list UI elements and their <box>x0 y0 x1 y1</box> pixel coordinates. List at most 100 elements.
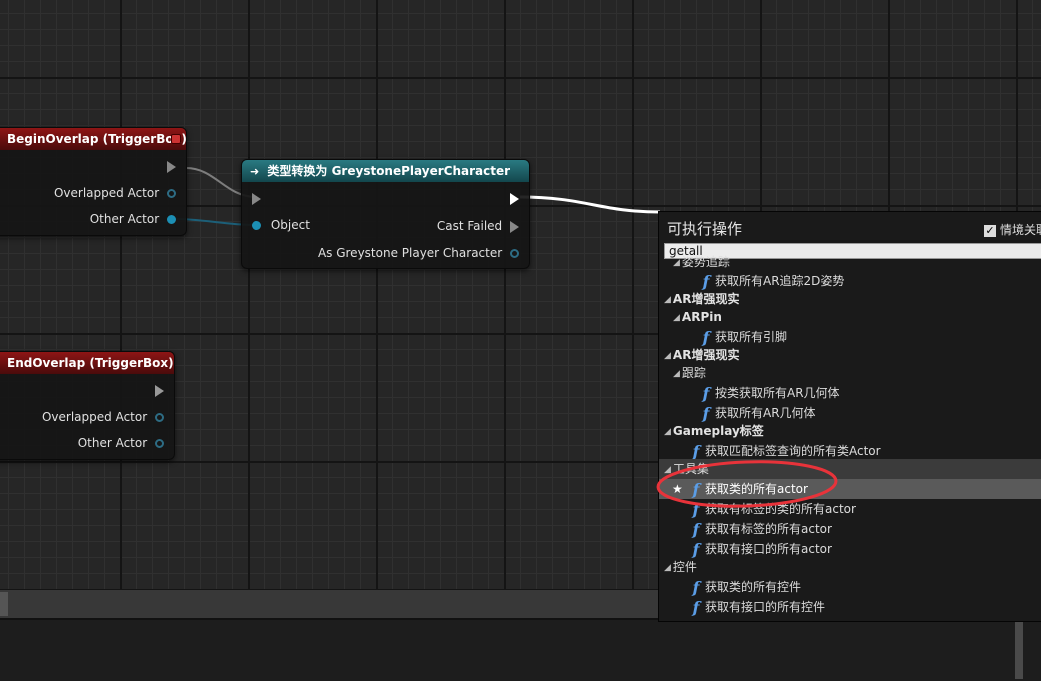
collapse-triangle-icon: ◢ <box>673 257 680 268</box>
category-label: AR增强现实 <box>672 348 740 362</box>
action-item-selected[interactable]: ★ f 获取类的所有actor <box>659 479 1041 499</box>
exec-output-pin[interactable] <box>155 383 164 397</box>
action-label: 获取有标签的类的所有actor <box>705 502 856 516</box>
action-item[interactable]: f 获取所有引脚 <box>659 327 1041 347</box>
category-gameplay-tags[interactable]: ◢ Gameplay标签 <box>659 421 1041 441</box>
pin-label: Cast Failed <box>436 219 503 233</box>
category-label: Gameplay标签 <box>672 424 764 438</box>
pin-label: Overlapped Actor <box>53 186 160 200</box>
pin-label: Object <box>270 218 310 232</box>
object-pin-icon <box>155 439 164 448</box>
collapse-triangle-icon: ◢ <box>673 312 680 323</box>
overlapped-actor-pin[interactable]: Overlapped Actor <box>54 186 176 200</box>
actions-context-menu[interactable]: 可执行操作 ✓情境关联 ◢姿势追踪 f获取所有AR追踪2D姿势 ◢AR增强现实 … <box>658 211 1041 622</box>
action-label: 按类获取所有AR几何体 <box>715 386 840 400</box>
category-tracking[interactable]: ◢ 跟踪 <box>659 363 1041 383</box>
pin-label: Other Actor <box>89 212 160 226</box>
collapse-triangle-icon: ◢ <box>673 368 680 379</box>
function-icon: f <box>692 519 700 539</box>
category-label: 跟踪 <box>681 366 706 380</box>
object-input-pin[interactable]: Object <box>252 218 310 232</box>
action-item[interactable]: f 按类获取所有AR几何体 <box>659 383 1041 403</box>
cast-icon: ➜ <box>250 165 260 178</box>
other-actor-pin[interactable]: Other Actor <box>78 436 164 450</box>
other-actor-pin[interactable]: Other Actor <box>90 212 176 226</box>
exec-arrow-icon <box>510 220 519 233</box>
object-pin-icon <box>167 189 176 198</box>
action-item[interactable]: f 获取类的所有控件 <box>659 577 1041 597</box>
event-node-begin-overlap[interactable]: BeginOverlap (TriggerBox) Overlapped Act… <box>0 127 187 236</box>
function-icon: f <box>692 479 700 499</box>
function-icon: f <box>692 597 700 617</box>
category-utilities[interactable]: ◢ 工具集 <box>659 459 1041 479</box>
cast-node[interactable]: ➜ 类型转换为 GreystonePlayerCharacter Object … <box>241 159 530 269</box>
collapse-triangle-icon: ◢ <box>664 426 671 437</box>
scrollbar-thumb[interactable] <box>0 592 8 616</box>
category-label: AR增强现实 <box>672 292 740 306</box>
action-label: 获取所有引脚 <box>715 330 788 344</box>
action-item[interactable]: f 获取所有AR几何体 <box>659 403 1041 423</box>
as-character-pin[interactable]: As Greystone Player Character <box>318 246 519 260</box>
node-title: BeginOverlap (TriggerBox) <box>7 132 186 146</box>
context-sensitive-toggle[interactable]: ✓ 情境关联 <box>984 221 1041 238</box>
exec-wire-cast-to-menu[interactable] <box>519 195 661 214</box>
action-label: 获取有接口的所有控件 <box>705 600 826 614</box>
category-arpin[interactable]: ◢ ARPin <box>659 307 1041 327</box>
function-icon: f <box>692 499 700 519</box>
node-header[interactable]: ➜ 类型转换为 GreystonePlayerCharacter <box>242 160 529 182</box>
object-pin-icon <box>167 215 176 224</box>
category-pose-tracking[interactable]: ◢ 姿势追踪 <box>659 252 1041 272</box>
pin-label: As Greystone Player Character <box>317 246 503 260</box>
exec-arrow-icon <box>167 160 176 173</box>
action-label: 获取匹配标签查询的所有类Actor <box>705 444 881 458</box>
collapse-triangle-icon: ◢ <box>664 464 671 475</box>
overlapped-actor-pin[interactable]: Overlapped Actor <box>42 410 164 424</box>
action-item[interactable]: f 获取所有AR追踪2D姿势 <box>659 271 1041 291</box>
action-item[interactable]: f 获取有接口的所有actor <box>659 539 1041 559</box>
menu-title: 可执行操作 <box>667 220 743 238</box>
exec-arrow-icon <box>252 192 261 205</box>
action-label: 获取有接口的所有actor <box>705 542 832 556</box>
action-label: 获取所有AR几何体 <box>715 406 816 420</box>
favorite-star-icon[interactable]: ★ <box>672 479 683 499</box>
vertical-scrollbar[interactable] <box>1015 620 1023 679</box>
category-ar[interactable]: ◢ AR增强现实 <box>659 289 1041 309</box>
exec-output-pin[interactable] <box>510 191 519 205</box>
action-item[interactable]: f 获取有标签的所有actor <box>659 519 1041 539</box>
function-icon: f <box>702 383 710 403</box>
object-pin-icon <box>510 249 519 258</box>
object-pin-icon <box>155 413 164 422</box>
node-title: 类型转换为 GreystonePlayerCharacter <box>267 164 511 178</box>
category-label: 姿势追踪 <box>681 255 730 269</box>
cast-failed-pin[interactable]: Cast Failed <box>437 219 519 233</box>
object-pin-icon <box>252 221 261 230</box>
collapse-triangle-icon: ◢ <box>664 562 671 573</box>
action-item[interactable]: f 获取匹配标签查询的所有类Actor <box>659 441 1041 461</box>
node-title: EndOverlap (TriggerBox) <box>7 356 174 370</box>
category-widgets[interactable]: ◢ 控件 <box>659 557 1041 577</box>
action-item[interactable]: f 获取有标签的类的所有actor <box>659 499 1041 519</box>
action-label: 获取所有AR追踪2D姿势 <box>715 274 845 288</box>
event-node-end-overlap[interactable]: EndOverlap (TriggerBox) Overlapped Actor… <box>0 351 175 460</box>
bottom-panel <box>0 618 1041 681</box>
action-label: 获取类的所有控件 <box>705 580 802 594</box>
category-label: 工具集 <box>672 462 709 476</box>
exec-input-pin[interactable] <box>252 191 261 205</box>
pin-label: Other Actor <box>77 436 148 450</box>
exec-arrow-icon <box>510 192 519 205</box>
toggle-label: 情境关联 <box>1000 223 1041 237</box>
exec-output-pin[interactable] <box>167 159 176 173</box>
action-list[interactable]: ◢ 姿势追踪 f 获取所有AR追踪2D姿势 ◢ AR增强现实 ◢ ARPin f 获取所有… <box>659 255 1041 621</box>
action-label: 获取类的所有actor <box>705 482 808 496</box>
exec-arrow-icon <box>155 384 164 397</box>
node-header[interactable]: BeginOverlap (TriggerBox) <box>0 128 186 150</box>
node-header[interactable]: EndOverlap (TriggerBox) <box>0 352 174 374</box>
action-item[interactable]: f 获取有接口的所有控件 <box>659 597 1041 617</box>
pin-label: Overlapped Actor <box>41 410 148 424</box>
action-label: 获取有标签的所有actor <box>705 522 832 536</box>
category-ar[interactable]: ◢ AR增强现实 <box>659 345 1041 365</box>
checkbox-checked-icon[interactable]: ✓ <box>984 224 996 237</box>
category-label: 控件 <box>672 560 697 574</box>
function-icon: f <box>692 577 700 597</box>
event-dot-icon <box>171 134 181 144</box>
